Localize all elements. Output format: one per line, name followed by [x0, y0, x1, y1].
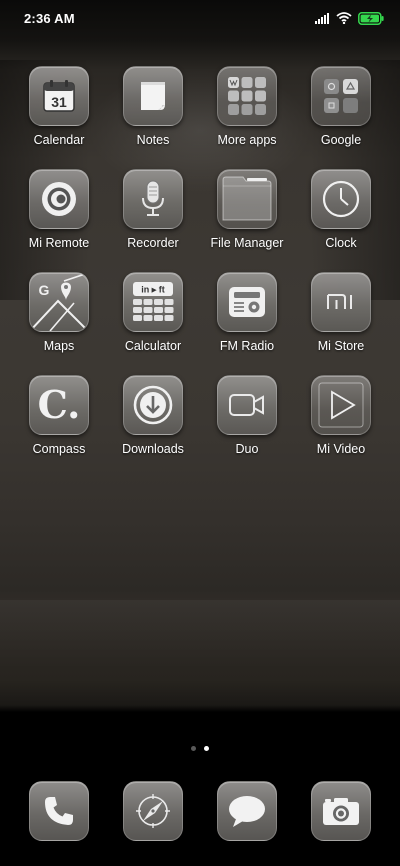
compass-icon	[123, 781, 183, 841]
app-notes[interactable]: Notes	[106, 66, 200, 147]
app-folder-google[interactable]: Google	[294, 66, 388, 147]
radio-icon	[217, 272, 277, 332]
app-label-downloads: Downloads	[122, 442, 184, 456]
app-fm-radio[interactable]: FM Radio	[200, 272, 294, 353]
microphone-icon	[123, 169, 183, 229]
message-bubble-icon	[217, 781, 277, 841]
dock	[0, 781, 400, 841]
app-label-mi-video: Mi Video	[316, 442, 366, 456]
app-file-manager[interactable]: File Manager	[200, 169, 294, 250]
play-icon	[311, 375, 371, 435]
mi-store-icon	[311, 272, 371, 332]
app-calculator[interactable]: in ▸ ft Calculator	[106, 272, 200, 353]
status-icons	[315, 11, 384, 25]
app-downloads[interactable]: Downloads	[106, 375, 200, 456]
app-label-maps: Maps	[43, 339, 75, 353]
folder-icon	[217, 66, 277, 126]
app-grid: 31 Calendar Notes More apps Google Mi Re…	[0, 66, 400, 456]
folder-icon	[311, 66, 371, 126]
notes-icon	[123, 66, 183, 126]
signal-icon	[315, 12, 330, 24]
calendar-date-text: 31	[51, 94, 67, 110]
calculator-unit-text: in ▸ ft	[141, 285, 165, 295]
camera-icon	[311, 781, 371, 841]
remote-icon	[29, 169, 89, 229]
app-label-google: Google	[320, 133, 362, 147]
dock-messaging[interactable]	[200, 781, 294, 841]
app-label-more-apps: More apps	[217, 133, 277, 147]
app-label-calendar: Calendar	[33, 133, 85, 147]
calculator-icon: in ▸ ft	[123, 272, 183, 332]
dock-browser[interactable]	[106, 781, 200, 841]
app-label-compass: Compass	[32, 442, 86, 456]
app-mi-video[interactable]: Mi Video	[294, 375, 388, 456]
phone-icon	[29, 781, 89, 841]
map-icon: G	[29, 272, 89, 332]
app-label-file-manager: File Manager	[210, 236, 284, 250]
status-time: 2:36 AM	[24, 10, 75, 26]
app-calendar[interactable]: 31 Calendar	[12, 66, 106, 147]
app-maps[interactable]: G Maps	[12, 272, 106, 353]
wallpaper-band	[0, 600, 400, 670]
app-label-mi-store: Mi Store	[317, 339, 365, 353]
page-dot-active[interactable]	[204, 746, 209, 751]
app-recorder[interactable]: Recorder	[106, 169, 200, 250]
app-label-recorder: Recorder	[127, 236, 179, 250]
compass-letter-text: C.	[37, 382, 81, 427]
compass-letter-icon: C.	[29, 375, 89, 435]
page-dot[interactable]	[191, 746, 196, 751]
wifi-icon	[336, 12, 352, 24]
app-label-calculator: Calculator	[124, 339, 182, 353]
file-folder-icon	[217, 169, 277, 229]
app-folder-more-apps[interactable]: More apps	[200, 66, 294, 147]
app-label-fm-radio: FM Radio	[219, 339, 275, 353]
battery-charging-icon	[358, 11, 384, 25]
app-label-mi-remote: Mi Remote	[28, 236, 90, 250]
status-bar: 2:36 AM	[0, 0, 400, 36]
app-clock[interactable]: Clock	[294, 169, 388, 250]
app-label-duo: Duo	[235, 442, 259, 456]
dock-phone[interactable]	[12, 781, 106, 841]
app-mi-remote[interactable]: Mi Remote	[12, 169, 106, 250]
app-label-clock: Clock	[325, 236, 357, 250]
clock-icon	[311, 169, 371, 229]
app-label-notes: Notes	[136, 133, 170, 147]
app-mi-store[interactable]: Mi Store	[294, 272, 388, 353]
video-camera-icon	[217, 375, 277, 435]
download-icon	[123, 375, 183, 435]
page-indicator	[0, 746, 400, 751]
app-compass[interactable]: C. Compass	[12, 375, 106, 456]
app-duo[interactable]: Duo	[200, 375, 294, 456]
calendar-icon: 31	[29, 66, 89, 126]
svg-text:G: G	[39, 282, 50, 298]
dock-camera[interactable]	[294, 781, 388, 841]
